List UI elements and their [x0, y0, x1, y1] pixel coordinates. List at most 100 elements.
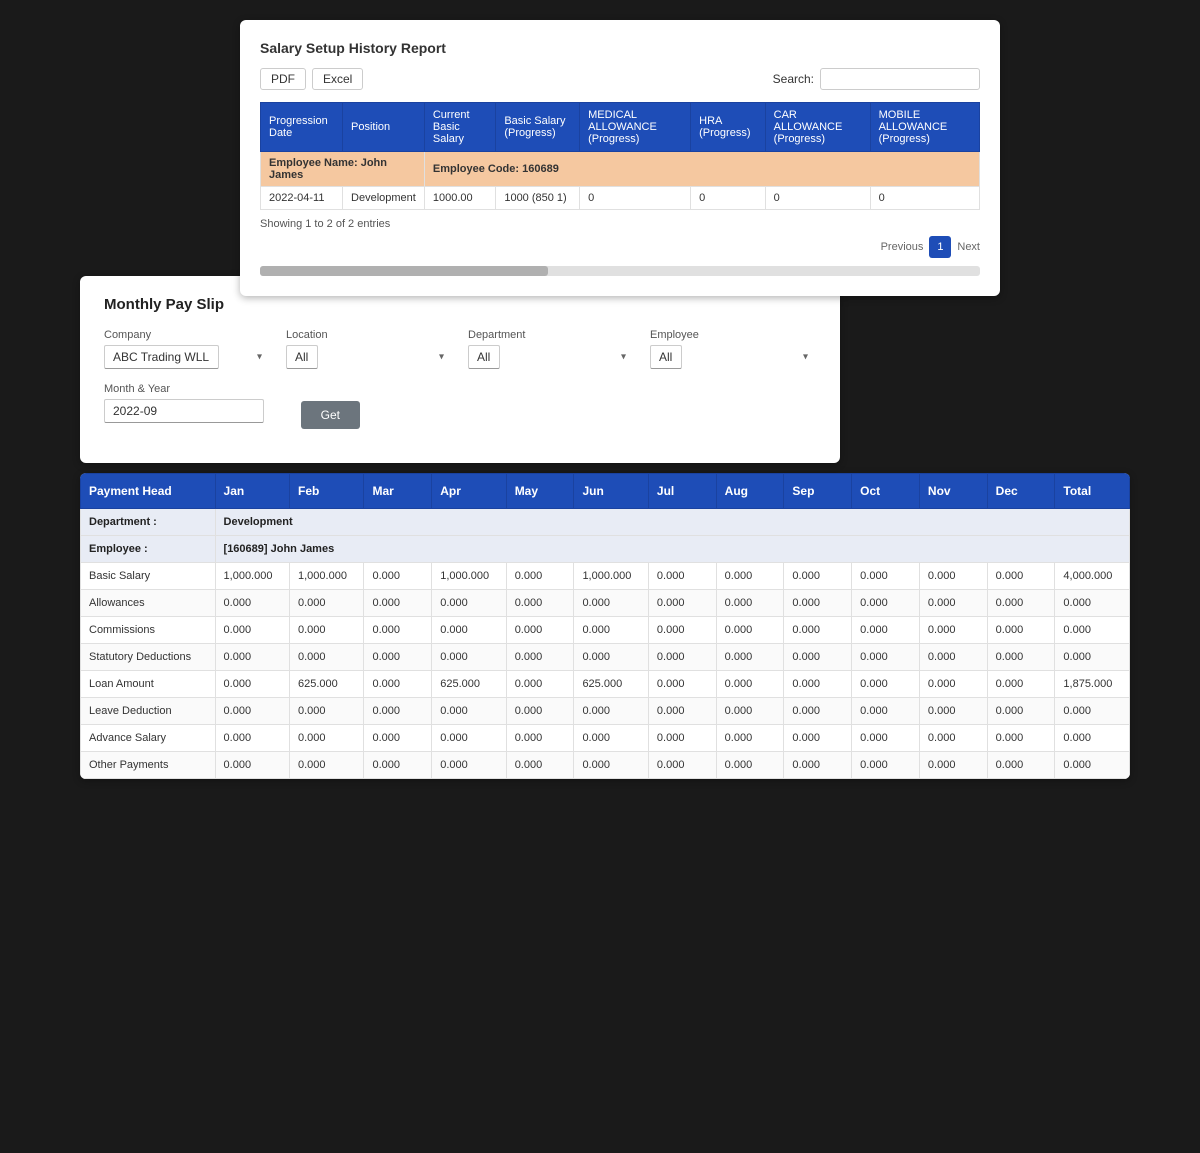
cell-aug: 0.000 — [716, 644, 784, 671]
emp-label: Employee : — [81, 536, 216, 563]
cell-mar: 0.000 — [364, 725, 432, 752]
cell-sep: 0.000 — [784, 752, 852, 779]
cell-feb: 0.000 — [290, 590, 364, 617]
month-year-label: Month & Year — [104, 383, 264, 395]
month-year-input[interactable] — [104, 399, 264, 423]
cell-jan: 1,000.000 — [215, 563, 289, 590]
row-medical: 0 — [580, 187, 691, 210]
next-label: Next — [957, 241, 980, 253]
cell-feb: 0.000 — [290, 752, 364, 779]
cell-jan: 0.000 — [215, 617, 289, 644]
cell-may: 0.000 — [506, 725, 574, 752]
scrollbar-thumb — [260, 266, 548, 276]
cell-head: Advance Salary — [81, 725, 216, 752]
payment-table-header: Payment Head Jan Feb Mar Apr May Jun Jul… — [81, 474, 1130, 509]
search-label: Search: — [773, 72, 814, 86]
cell-dec: 0.000 — [987, 725, 1055, 752]
dept-label: Department : — [81, 509, 216, 536]
scrollbar-row[interactable] — [260, 266, 980, 276]
cell-jul: 0.000 — [648, 752, 716, 779]
department-select[interactable]: All — [468, 345, 500, 369]
th-mar: Mar — [364, 474, 432, 509]
payment-data-row: Leave Deduction0.0000.0000.0000.0000.000… — [81, 698, 1130, 725]
department-row: Department : Development — [81, 509, 1130, 536]
th-dec: Dec — [987, 474, 1055, 509]
cell-feb: 0.000 — [290, 725, 364, 752]
cell-mar: 0.000 — [364, 644, 432, 671]
payment-data-row: Advance Salary0.0000.0000.0000.0000.0000… — [81, 725, 1130, 752]
pagination: Previous 1 Next — [260, 236, 980, 258]
cell-jun: 0.000 — [574, 590, 648, 617]
company-select[interactable]: ABC Trading WLL — [104, 345, 219, 369]
payment-data-row: Allowances0.0000.0000.0000.0000.0000.000… — [81, 590, 1130, 617]
employee-label: Employee — [650, 329, 816, 341]
cell-feb: 0.000 — [290, 644, 364, 671]
employee-select[interactable]: All — [650, 345, 682, 369]
payslip-title: Monthly Pay Slip — [104, 296, 816, 313]
cell-aug: 0.000 — [716, 563, 784, 590]
payment-table: Payment Head Jan Feb Mar Apr May Jun Jul… — [80, 473, 1130, 779]
cell-dec: 0.000 — [987, 644, 1055, 671]
salary-report-title: Salary Setup History Report — [260, 40, 980, 56]
page-wrapper: Salary Setup History Report PDF Excel Se… — [20, 20, 1180, 779]
row-current-basic: 1000.00 — [424, 187, 495, 210]
cell-dec: 0.000 — [987, 590, 1055, 617]
company-group: Company ABC Trading WLL — [104, 329, 270, 369]
row-hra: 0 — [691, 187, 766, 210]
cell-jul: 0.000 — [648, 590, 716, 617]
cell-may: 0.000 — [506, 644, 574, 671]
cell-total: 0.000 — [1055, 752, 1130, 779]
cell-head: Loan Amount — [81, 671, 216, 698]
search-input[interactable] — [820, 68, 980, 90]
cell-sep: 0.000 — [784, 698, 852, 725]
month-year-group: Month & Year — [104, 383, 264, 429]
row-car: 0 — [765, 187, 870, 210]
dept-value: Development — [215, 509, 1129, 536]
cell-nov: 0.000 — [919, 671, 987, 698]
cell-dec: 0.000 — [987, 617, 1055, 644]
cell-head: Other Payments — [81, 752, 216, 779]
cell-dec: 0.000 — [987, 563, 1055, 590]
pdf-button[interactable]: PDF — [260, 68, 306, 90]
col-medical: MEDICAL ALLOWANCE (Progress) — [580, 103, 691, 152]
page-1-button[interactable]: 1 — [929, 236, 951, 258]
cell-sep: 0.000 — [784, 671, 852, 698]
employee-select-wrapper: All — [650, 345, 816, 369]
get-button-group: Get — [280, 383, 360, 429]
cell-feb: 625.000 — [290, 671, 364, 698]
prev-label: Previous — [881, 241, 924, 253]
col-car: CAR ALLOWANCE (Progress) — [765, 103, 870, 152]
cell-nov: 0.000 — [919, 590, 987, 617]
department-select-wrapper: All — [468, 345, 634, 369]
cell-jan: 0.000 — [215, 644, 289, 671]
cell-jul: 0.000 — [648, 671, 716, 698]
cell-mar: 0.000 — [364, 671, 432, 698]
location-select[interactable]: All — [286, 345, 318, 369]
payment-data-row: Basic Salary1,000.0001,000.0000.0001,000… — [81, 563, 1130, 590]
location-group: Location All — [286, 329, 452, 369]
cell-mar: 0.000 — [364, 617, 432, 644]
cell-nov: 0.000 — [919, 698, 987, 725]
cell-aug: 0.000 — [716, 617, 784, 644]
cell-mar: 0.000 — [364, 752, 432, 779]
salary-table: Progression Date Position Current Basic … — [260, 102, 980, 210]
cell-may: 0.000 — [506, 590, 574, 617]
cell-dec: 0.000 — [987, 752, 1055, 779]
cell-nov: 0.000 — [919, 644, 987, 671]
cell-nov: 0.000 — [919, 617, 987, 644]
excel-button[interactable]: Excel — [312, 68, 363, 90]
th-jun: Jun — [574, 474, 648, 509]
cell-oct: 0.000 — [852, 590, 920, 617]
get-button[interactable]: Get — [301, 401, 360, 429]
cell-total: 0.000 — [1055, 644, 1130, 671]
cell-jun: 0.000 — [574, 725, 648, 752]
cell-feb: 1,000.000 — [290, 563, 364, 590]
cell-feb: 0.000 — [290, 617, 364, 644]
cell-sep: 0.000 — [784, 590, 852, 617]
table-row: 2022-04-11 Development 1000.00 1000 (850… — [261, 187, 980, 210]
cell-may: 0.000 — [506, 671, 574, 698]
cell-apr: 0.000 — [432, 725, 506, 752]
th-nov: Nov — [919, 474, 987, 509]
cell-jun: 0.000 — [574, 698, 648, 725]
col-position: Position — [343, 103, 425, 152]
